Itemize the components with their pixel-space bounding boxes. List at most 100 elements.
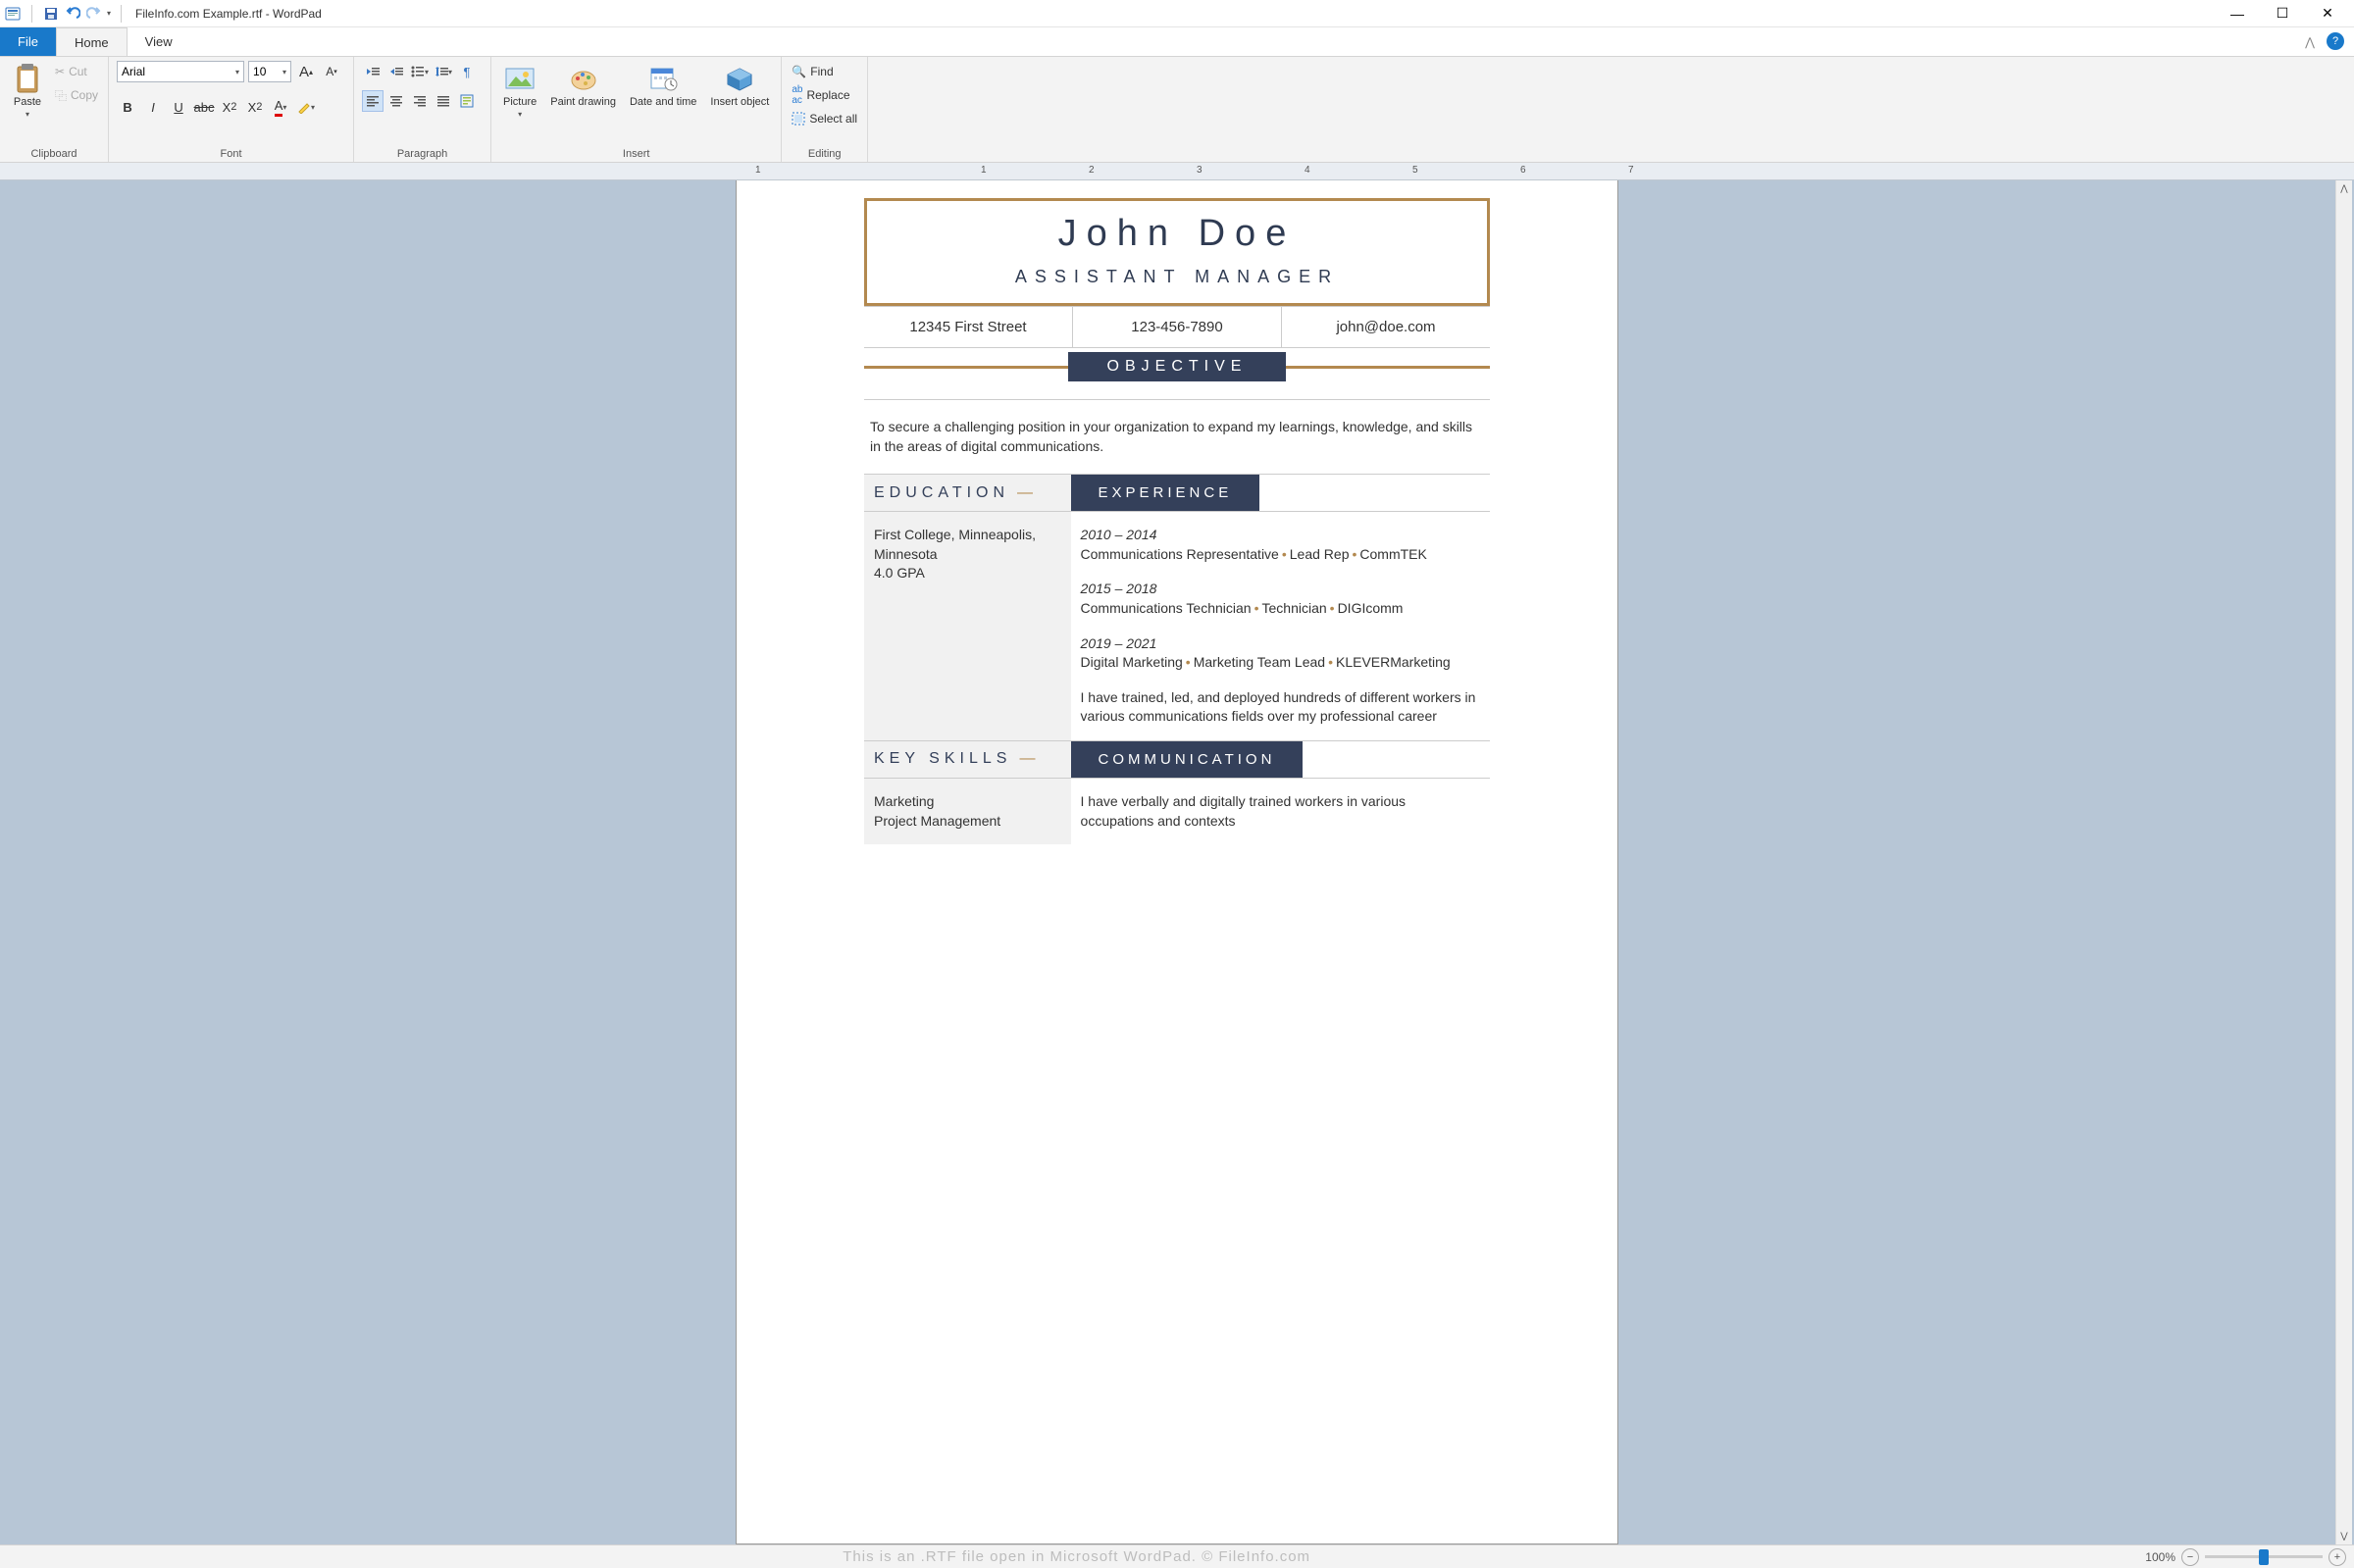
- paste-button[interactable]: Paste ▾: [8, 61, 47, 121]
- maximize-button[interactable]: ☐: [2260, 0, 2305, 27]
- group-insert: Picture▾ Paint drawing Date and time Ins…: [491, 57, 782, 162]
- strikethrough-button[interactable]: abc: [193, 96, 215, 118]
- calendar-icon: [647, 63, 679, 94]
- font-family-combo[interactable]: Arial▾: [117, 61, 244, 82]
- bold-button[interactable]: B: [117, 96, 138, 118]
- font-color-button[interactable]: A ▾: [270, 96, 291, 118]
- save-icon[interactable]: [42, 5, 60, 23]
- select-all-icon: [792, 112, 805, 126]
- find-icon: 🔍: [792, 65, 806, 78]
- paragraph-marks-button[interactable]: ¶: [456, 61, 478, 82]
- cut-button[interactable]: ✂ Cut: [53, 61, 100, 82]
- scroll-up-icon[interactable]: ⋀: [2336, 180, 2352, 197]
- paste-icon: [12, 63, 43, 94]
- highlight-button[interactable]: ▾: [295, 96, 317, 118]
- line-spacing-button[interactable]: ▾: [433, 61, 454, 82]
- vertical-scrollbar[interactable]: ⋀ ⋁: [2335, 180, 2352, 1544]
- section-communication-label: COMMUNICATION: [1071, 741, 1304, 778]
- font-size-combo[interactable]: 10▾: [248, 61, 291, 82]
- collapse-ribbon-icon[interactable]: ⋀: [2297, 27, 2323, 56]
- grow-font-button[interactable]: A▴: [295, 61, 317, 82]
- qat-customize-dropdown[interactable]: ▾: [107, 9, 111, 18]
- group-font-label: Font: [117, 146, 345, 160]
- document-area: 1 1 2 3 4 5 6 7 John Doe ASSISTANT MANAG…: [0, 163, 2354, 1544]
- group-editing-label: Editing: [790, 146, 859, 160]
- objective-text: To secure a challenging position in your…: [864, 399, 1490, 475]
- contact-address: 12345 First Street: [864, 306, 1072, 347]
- paint-icon: [568, 63, 599, 94]
- title-bar: ▾ FileInfo.com Example.rtf - WordPad — ☐…: [0, 0, 2354, 27]
- tab-view[interactable]: View: [128, 27, 190, 56]
- contact-phone: 123-456-7890: [1072, 306, 1281, 347]
- skills-body: Marketing Project Management: [864, 779, 1071, 844]
- section-education-label: EDUCATION—: [864, 475, 1071, 511]
- insert-object-button[interactable]: Insert object: [706, 61, 773, 110]
- tab-home[interactable]: Home: [56, 27, 128, 56]
- replace-icon: abac: [792, 84, 802, 106]
- zoom-in-button[interactable]: +: [2328, 1548, 2346, 1566]
- picture-icon: [504, 63, 536, 94]
- group-editing: 🔍Find abacReplace Select all Editing: [782, 57, 868, 162]
- contact-email: john@doe.com: [1281, 306, 1490, 347]
- superscript-button[interactable]: X2: [244, 96, 266, 118]
- copy-button[interactable]: ⿻ Copy: [53, 84, 100, 106]
- undo-icon[interactable]: [64, 5, 81, 23]
- watermark-text: This is an .RTF file open in Microsoft W…: [8, 1548, 2145, 1565]
- object-icon: [724, 63, 755, 94]
- ribbon-tabs: File Home View ⋀ ?: [0, 27, 2354, 57]
- communication-body: I have verbally and digitally trained wo…: [1071, 779, 1490, 844]
- select-all-button[interactable]: Select all: [790, 108, 859, 129]
- replace-button[interactable]: abacReplace: [790, 84, 859, 106]
- decrease-indent-button[interactable]: [362, 61, 384, 82]
- contact-row: 12345 First Street 123-456-7890 john@doe…: [864, 306, 1490, 348]
- find-button[interactable]: 🔍Find: [790, 61, 859, 82]
- zoom-slider[interactable]: [2205, 1555, 2323, 1558]
- italic-button[interactable]: I: [142, 96, 164, 118]
- paste-label: Paste: [14, 96, 41, 108]
- group-paragraph-label: Paragraph: [362, 146, 483, 160]
- group-clipboard: Paste ▾ ✂ Cut ⿻ Copy Clipboard: [0, 57, 109, 162]
- help-icon[interactable]: ?: [2327, 32, 2344, 50]
- close-button[interactable]: ✕: [2305, 0, 2350, 27]
- resume-role: ASSISTANT MANAGER: [867, 267, 1487, 287]
- align-right-button[interactable]: [409, 90, 431, 112]
- header-box: John Doe ASSISTANT MANAGER: [864, 198, 1490, 306]
- cut-icon: ✂: [55, 65, 65, 78]
- section-objective-label: OBJECTIVE: [1068, 352, 1287, 381]
- experience-body: 2010 – 2014Communications Representative…: [1071, 512, 1490, 740]
- status-bar: This is an .RTF file open in Microsoft W…: [0, 1544, 2354, 1568]
- underline-button[interactable]: U: [168, 96, 189, 118]
- minimize-button[interactable]: —: [2215, 0, 2260, 27]
- align-left-button[interactable]: [362, 90, 384, 112]
- date-time-button[interactable]: Date and time: [626, 61, 700, 110]
- scroll-down-icon[interactable]: ⋁: [2336, 1528, 2352, 1544]
- section-experience-label: EXPERIENCE: [1071, 475, 1260, 511]
- copy-icon: ⿻: [55, 87, 67, 104]
- resume-name: John Doe: [867, 213, 1487, 255]
- group-paragraph: ▾ ▾ ¶ Paragraph: [354, 57, 491, 162]
- justify-button[interactable]: [433, 90, 454, 112]
- paragraph-dialog-button[interactable]: [456, 90, 478, 112]
- align-center-button[interactable]: [385, 90, 407, 112]
- section-keyskills-label: KEY SKILLS—: [864, 741, 1071, 778]
- tab-file[interactable]: File: [0, 27, 56, 56]
- shrink-font-button[interactable]: A▾: [321, 61, 342, 82]
- page[interactable]: John Doe ASSISTANT MANAGER 12345 First S…: [736, 180, 1618, 1544]
- window-title: FileInfo.com Example.rtf - WordPad: [135, 7, 322, 21]
- bullets-button[interactable]: ▾: [409, 61, 431, 82]
- group-insert-label: Insert: [499, 146, 773, 160]
- group-font: Arial▾ 10▾ A▴ A▾ B I U abc X2 X2 A ▾ ▾ F…: [109, 57, 354, 162]
- wordpad-app-icon: [4, 5, 22, 23]
- zoom-level: 100%: [2145, 1550, 2175, 1564]
- picture-button[interactable]: Picture▾: [499, 61, 540, 121]
- ribbon: Paste ▾ ✂ Cut ⿻ Copy Clipboard Arial▾ 10…: [0, 57, 2354, 163]
- zoom-out-button[interactable]: −: [2181, 1548, 2199, 1566]
- education-body: First College, Minneapolis, Minnesota 4.…: [864, 512, 1071, 740]
- group-clipboard-label: Clipboard: [8, 146, 100, 160]
- chevron-down-icon: ▾: [26, 110, 29, 119]
- redo-icon[interactable]: [85, 5, 103, 23]
- paint-drawing-button[interactable]: Paint drawing: [546, 61, 620, 110]
- increase-indent-button[interactable]: [385, 61, 407, 82]
- ruler[interactable]: 1 1 2 3 4 5 6 7: [736, 163, 1618, 180]
- subscript-button[interactable]: X2: [219, 96, 240, 118]
